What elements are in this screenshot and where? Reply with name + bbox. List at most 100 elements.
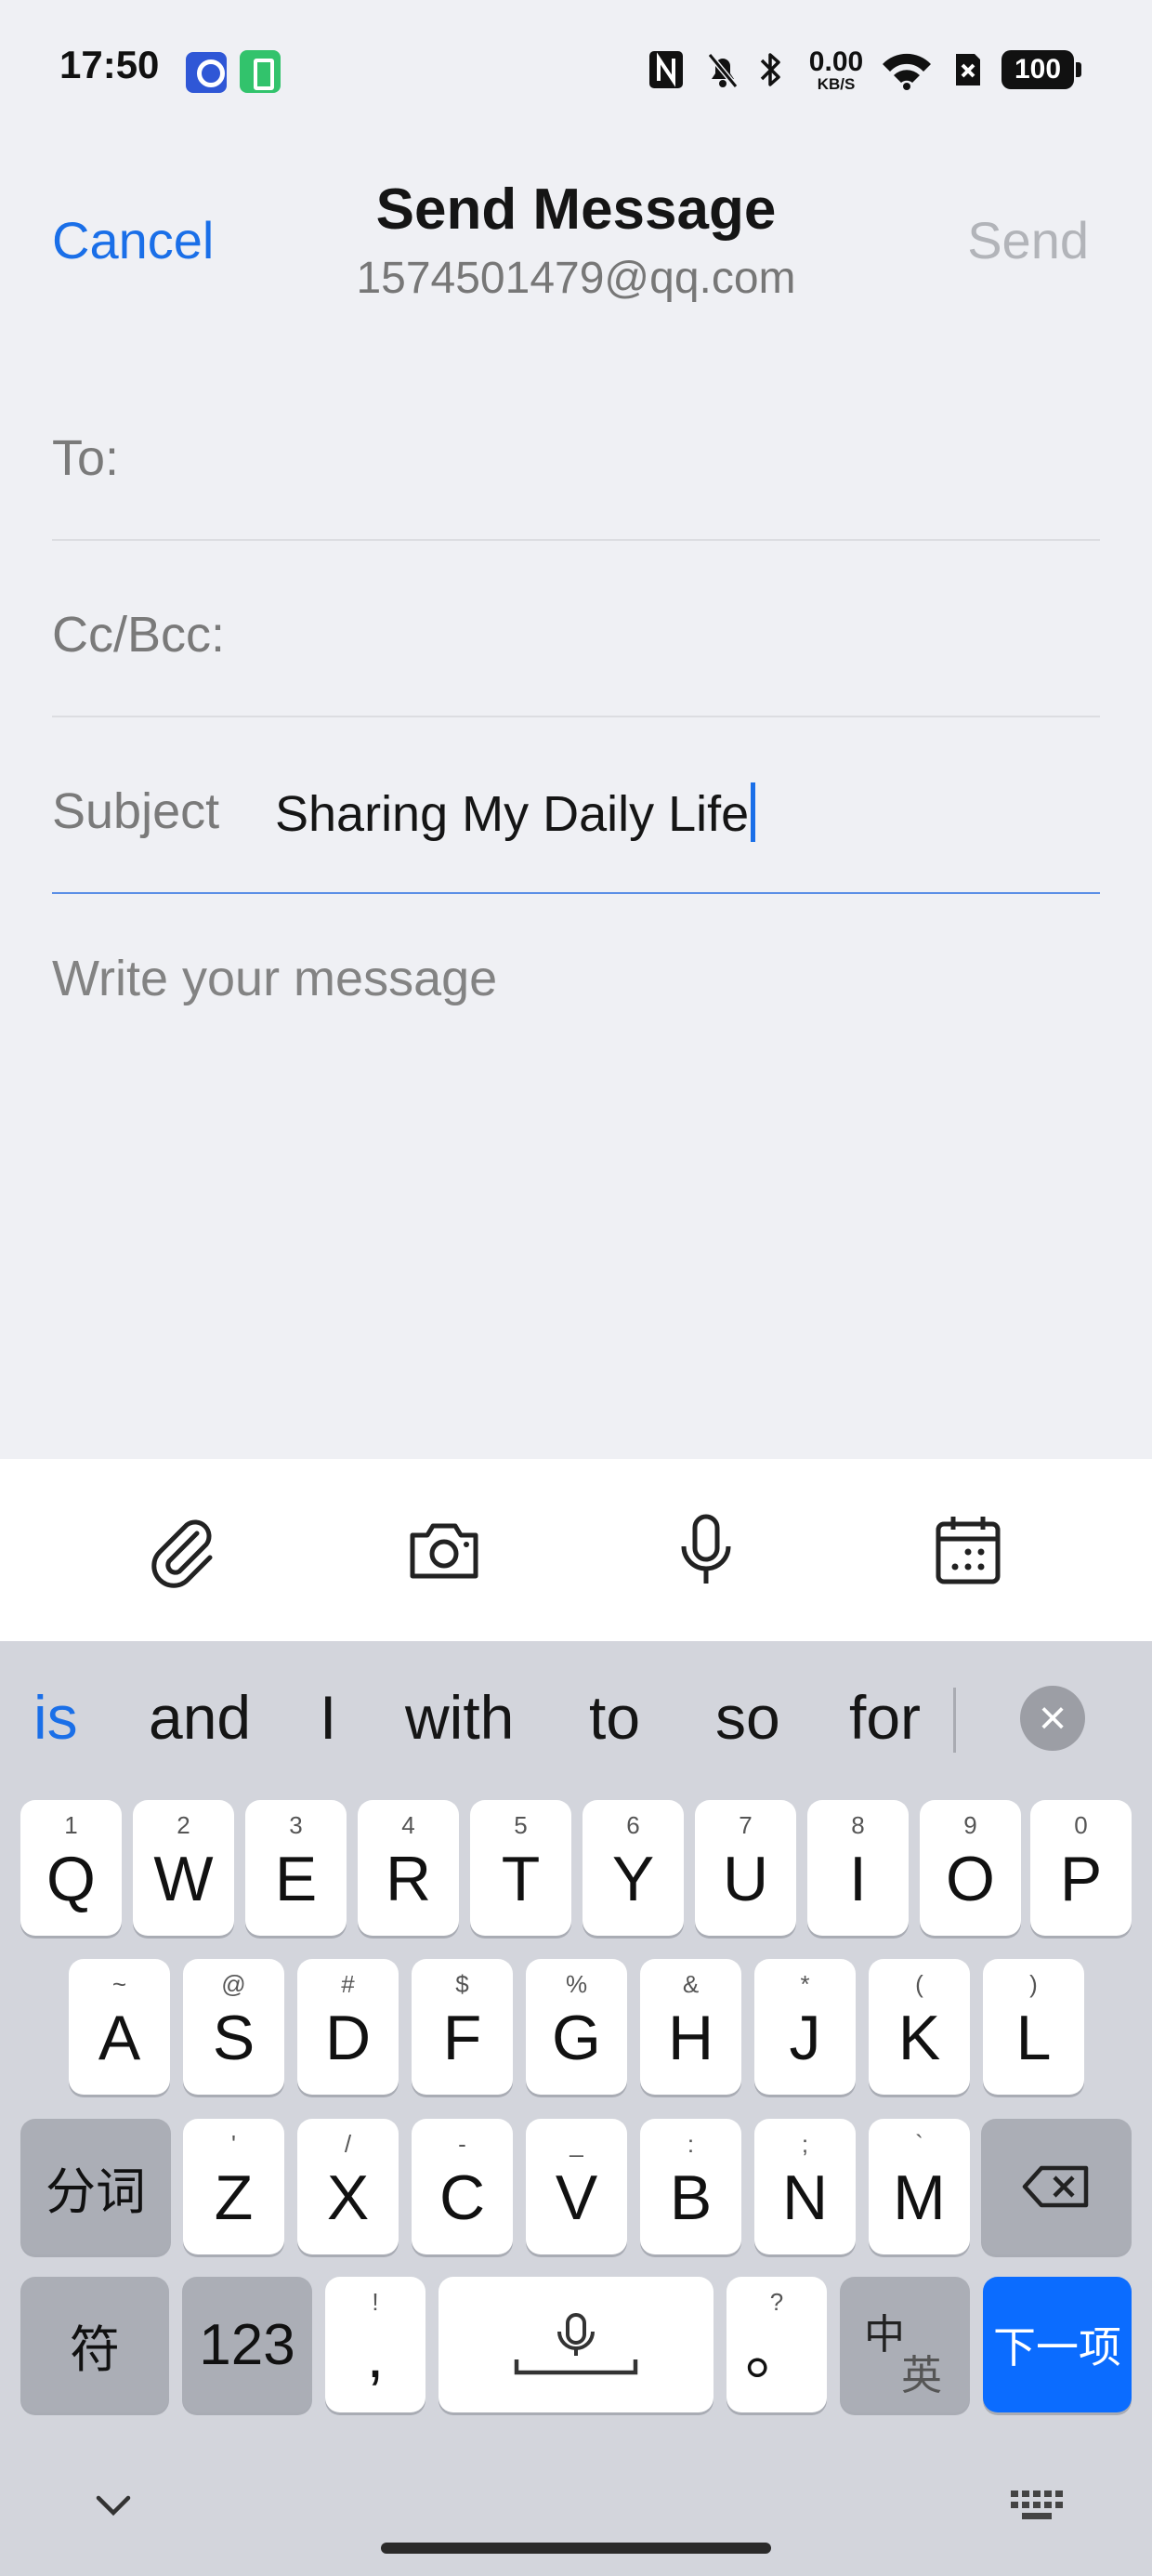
next-field-key[interactable]: 下一项 (983, 2277, 1132, 2412)
key-sup: 7 (739, 1811, 753, 1839)
key-sup: # (341, 1970, 355, 1998)
key-f[interactable]: $ F (412, 1959, 513, 2095)
key-o[interactable]: 9O (920, 1800, 1021, 1936)
key-x[interactable]: / X (297, 2119, 399, 2254)
cc-bcc-field[interactable]: Cc/Bcc: (52, 541, 1100, 717)
navigation-app-icon (186, 52, 227, 93)
segment-key[interactable]: 分词 (20, 2119, 171, 2254)
lang-en-label: 英 (901, 2353, 942, 2399)
key-g[interactable]: % G (526, 1959, 627, 2095)
key-label: J (789, 2003, 821, 2073)
key-label: W (153, 1844, 214, 1914)
key-label: 。 (744, 2317, 808, 2387)
key-label: L (1015, 2003, 1052, 2073)
text-cursor (751, 782, 756, 842)
key-s[interactable]: @ S (183, 1959, 284, 2095)
key-j[interactable]: * J (754, 1959, 856, 2095)
key-d[interactable]: # D (297, 1959, 399, 2095)
comma-key[interactable]: !, (325, 2277, 425, 2412)
to-label: To: (52, 430, 120, 486)
subject-field[interactable]: Subject Sharing My Daily Life (52, 717, 1100, 894)
key-sup: 5 (514, 1811, 528, 1839)
symbols-key[interactable]: 符 (20, 2277, 169, 2412)
suggestion-word[interactable]: is (33, 1682, 78, 1753)
key-z[interactable]: ' Z (183, 2119, 284, 2254)
key-sup: & (682, 1970, 700, 1998)
key-sup: _ (569, 2130, 583, 2158)
key-label: 123 (199, 2312, 295, 2377)
suggestion-word[interactable]: for (849, 1682, 921, 1753)
key-r[interactable]: 4R (358, 1800, 459, 1936)
suggestion-divider (953, 1688, 956, 1753)
key-sup: 6 (626, 1811, 640, 1839)
key-sup: ~ (111, 1970, 127, 1998)
key-label: D (324, 2003, 372, 2073)
period-key[interactable]: ?。 (727, 2277, 827, 2412)
subject-label: Subject (52, 783, 220, 839)
key-label: 分词 (46, 2163, 146, 2220)
key-label: O (946, 1844, 995, 1914)
suggestion-word[interactable]: I (320, 1682, 336, 1753)
to-field[interactable]: To: (52, 364, 1100, 541)
key-label: 符 (70, 2321, 120, 2378)
suggestion-word[interactable]: with (405, 1682, 514, 1753)
subject-input[interactable]: Sharing My Daily Life (275, 782, 756, 843)
suggestion-word[interactable]: so (715, 1682, 780, 1753)
bluetooth-icon (753, 45, 790, 95)
calendar-icon[interactable] (929, 1511, 1007, 1589)
paperclip-icon[interactable] (145, 1511, 223, 1589)
key-t[interactable]: 5T (470, 1800, 571, 1936)
key-v[interactable]: _ V (526, 2119, 627, 2254)
soft-keyboard (0, 1641, 1152, 2576)
key-sup: : (687, 2130, 695, 2158)
key-label: C (439, 2162, 486, 2233)
key-sup: - (458, 2130, 466, 2158)
nfc-icon (645, 45, 687, 95)
key-sup: % (565, 1970, 588, 1998)
key-sup: $ (455, 1970, 469, 1998)
key-p[interactable]: 0P (1030, 1800, 1132, 1936)
key-k[interactable]: (K (869, 1959, 970, 2095)
key-c[interactable]: -C (412, 2119, 513, 2254)
key-y[interactable]: 6Y (583, 1800, 684, 1936)
status-time: 17:50 (59, 43, 160, 86)
no-sim-icon (949, 45, 987, 95)
numbers-key[interactable]: 123 (182, 2277, 312, 2412)
message-body-input[interactable]: Write your message (52, 950, 497, 1007)
key-l[interactable]: ) L (983, 1959, 1084, 2095)
status-bar: 17:50 0.00 KB/S 100 (0, 0, 1152, 139)
key-i[interactable]: 8I (807, 1800, 909, 1936)
space-key[interactable] (439, 2277, 713, 2412)
microphone-icon[interactable] (667, 1511, 745, 1589)
home-indicator[interactable] (381, 2543, 771, 2554)
key-sup: 2 (177, 1811, 190, 1839)
key-q[interactable]: 1Q (20, 1800, 122, 1936)
key-n[interactable]: ; N (754, 2119, 856, 2254)
key-a[interactable]: ~ A (69, 1959, 170, 2095)
wifi-icon (877, 45, 936, 95)
hide-keyboard-icon[interactable] (89, 2481, 137, 2530)
key-label: A (98, 2003, 141, 2073)
key-sup: 3 (289, 1811, 303, 1839)
language-switch-key[interactable]: 中 英 (840, 2277, 970, 2412)
suggestion-word[interactable]: to (589, 1682, 640, 1753)
key-m[interactable]: ` M (869, 2119, 970, 2254)
key-b[interactable]: :B (640, 2119, 741, 2254)
keyboard-switch-icon[interactable] (1009, 2487, 1065, 2524)
key-label: S (212, 2003, 255, 2073)
key-sup: ) (1029, 1970, 1038, 1998)
backspace-key[interactable] (981, 2119, 1132, 2254)
send-button[interactable]: Send (967, 210, 1089, 270)
key-sup: 1 (64, 1811, 78, 1839)
camera-icon[interactable] (405, 1511, 483, 1589)
suggestion-word[interactable]: and (149, 1682, 251, 1753)
key-sup: 9 (963, 1811, 977, 1839)
key-sup: ; (801, 2130, 809, 2158)
key-label: G (552, 2003, 601, 2073)
key-h[interactable]: & H (640, 1959, 741, 2095)
key-e[interactable]: 3E (245, 1800, 347, 1936)
close-suggestions-icon[interactable]: × (1020, 1686, 1085, 1751)
battery-indicator: 100 (1001, 50, 1081, 89)
key-w[interactable]: 2W (133, 1800, 234, 1936)
key-u[interactable]: 7U (695, 1800, 796, 1936)
